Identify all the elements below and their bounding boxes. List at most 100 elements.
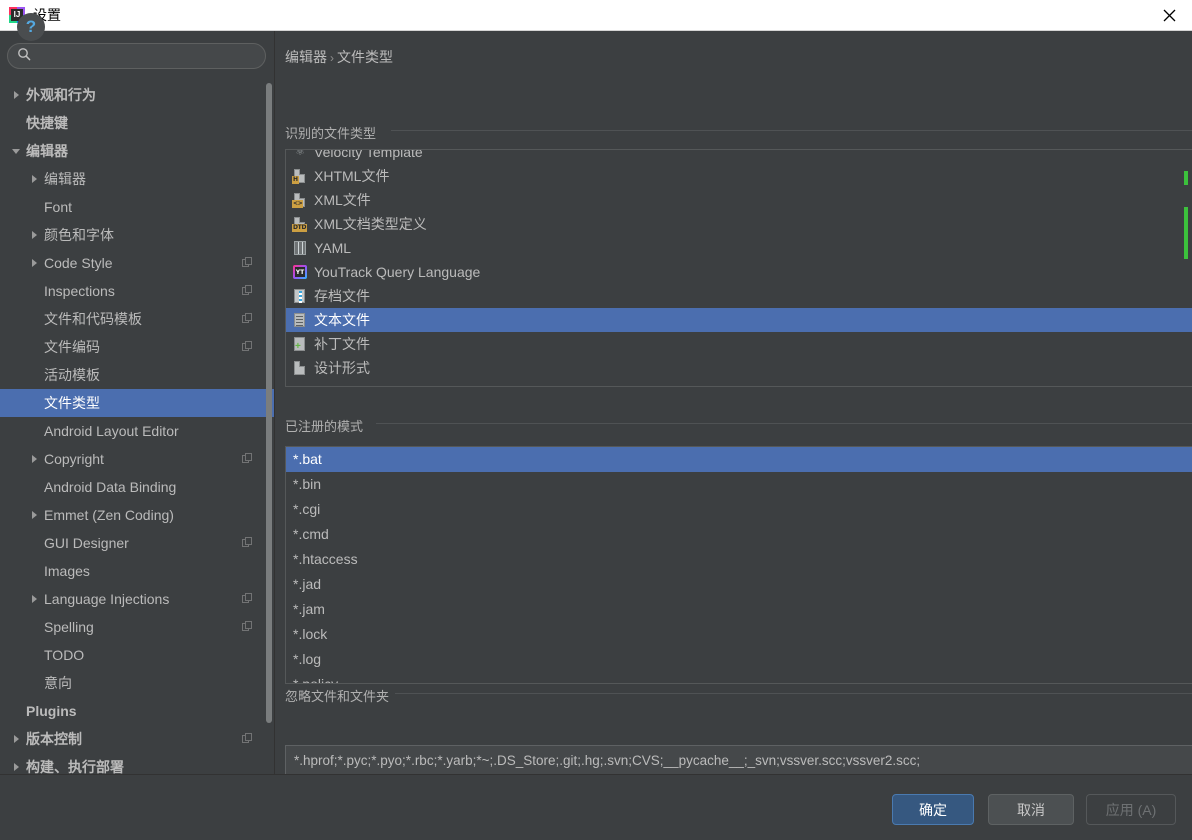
chevron-right-icon[interactable] xyxy=(8,87,24,103)
filetype-row[interactable]: 存档文件 xyxy=(286,284,1192,308)
copy-settings-icon xyxy=(242,621,253,632)
breadcrumb-separator: › xyxy=(330,51,334,65)
breadcrumb-parent: 编辑器 xyxy=(285,49,327,65)
sidebar-item-12[interactable]: Android Layout Editor xyxy=(0,417,274,445)
sidebar-item-label: Spelling xyxy=(44,619,94,635)
sidebar-item-23[interactable]: 版本控制 xyxy=(0,725,274,753)
filetype-row[interactable]: ⚛ Velocity Template xyxy=(286,150,1192,164)
pattern-row[interactable]: *.jad xyxy=(286,572,1192,597)
sidebar-item-2[interactable]: 编辑器 xyxy=(0,137,274,165)
chevron-right-icon[interactable] xyxy=(26,227,42,243)
sidebar-scrollbar[interactable] xyxy=(266,83,272,723)
sidebar-item-24[interactable]: 构建、执行部署 xyxy=(0,753,274,774)
filetype-row[interactable]: YT YouTrack Query Language xyxy=(286,260,1192,284)
sidebar-item-22[interactable]: Plugins xyxy=(0,697,274,725)
sidebar-item-18[interactable]: Language Injections xyxy=(0,585,274,613)
filetype-row[interactable]: YAML xyxy=(286,236,1192,260)
pattern-row[interactable]: *.cmd xyxy=(286,522,1192,547)
sidebar-item-label: 颜色和字体 xyxy=(44,227,114,243)
sidebar-item-21[interactable]: 意向 xyxy=(0,669,274,697)
sidebar-item-label: 编辑器 xyxy=(26,143,68,159)
sidebar-item-label: 活动模板 xyxy=(44,367,100,383)
sidebar-item-label: TODO xyxy=(44,647,85,663)
sidebar-item-15[interactable]: Emmet (Zen Coding) xyxy=(0,501,274,529)
filetype-row[interactable]: <> XML文件 xyxy=(286,188,1192,212)
patch-file-icon: + xyxy=(292,336,308,352)
title-bar: IJ 设置 xyxy=(0,0,1192,31)
filetype-label: XHTML文件 xyxy=(314,168,390,184)
sidebar-item-16[interactable]: GUI Designer xyxy=(0,529,274,557)
pattern-row[interactable]: *.bin xyxy=(286,472,1192,497)
filetype-row[interactable]: DTD XML文档类型定义 xyxy=(286,212,1192,236)
filetype-label: 文本文件 xyxy=(314,312,370,328)
cancel-button[interactable]: 取消 xyxy=(988,794,1074,825)
filetype-row[interactable]: 设计形式 xyxy=(286,356,1192,380)
copy-settings-icon xyxy=(242,453,253,464)
settings-content: 编辑器 › 文件类型 识别的文件类型 ⚛ Velocity Template H XHTM… xyxy=(276,31,1192,775)
ok-button[interactable]: 确定 xyxy=(892,794,974,825)
pattern-row[interactable]: *.policy xyxy=(286,672,1192,683)
sidebar-item-10[interactable]: 活动模板 xyxy=(0,361,274,389)
sidebar-item-1[interactable]: 快捷键 xyxy=(0,109,274,137)
sidebar-item-label: 快捷键 xyxy=(26,115,68,131)
search-box[interactable] xyxy=(7,43,266,69)
sidebar-item-6[interactable]: Code Style xyxy=(0,249,274,277)
form-file-icon xyxy=(292,360,308,376)
filetype-row[interactable]: H XHTML文件 xyxy=(286,164,1192,188)
close-icon[interactable] xyxy=(1146,0,1192,31)
ignore-files-input[interactable] xyxy=(285,745,1192,775)
filetype-row[interactable]: 文本文件 xyxy=(286,308,1192,332)
sidebar-item-label: 文件编码 xyxy=(44,339,100,355)
chevron-down-icon[interactable] xyxy=(8,143,24,159)
recognized-filetypes-list[interactable]: ⚛ Velocity Template H XHTML文件 <> XML文件 DTD XML文… xyxy=(285,149,1192,387)
sidebar-item-20[interactable]: TODO xyxy=(0,641,274,669)
chevron-right-icon[interactable] xyxy=(26,171,42,187)
filetype-label: 存档文件 xyxy=(314,288,370,304)
dtd-file-icon: DTD xyxy=(292,216,308,232)
sidebar-item-11[interactable]: 文件类型 xyxy=(0,389,274,417)
pattern-row[interactable]: *.htaccess xyxy=(286,547,1192,572)
sidebar-item-17[interactable]: Images xyxy=(0,557,274,585)
pattern-row[interactable]: *.bat xyxy=(286,447,1192,472)
help-button[interactable]: ? xyxy=(17,13,45,41)
apply-button[interactable]: 应用 (A) xyxy=(1086,794,1176,825)
sidebar-item-0[interactable]: 外观和行为 xyxy=(0,81,274,109)
sidebar-item-13[interactable]: Copyright xyxy=(0,445,274,473)
sidebar-item-label: 外观和行为 xyxy=(26,87,96,103)
sidebar-item-7[interactable]: Inspections xyxy=(0,277,274,305)
chevron-right-icon[interactable] xyxy=(26,451,42,467)
pattern-row[interactable]: *.cgi xyxy=(286,497,1192,522)
ignore-section-title: 忽略文件和文件夹 xyxy=(285,686,396,705)
text-file-icon xyxy=(292,312,308,328)
sidebar-item-label: Copyright xyxy=(44,451,104,467)
pattern-row[interactable]: *.lock xyxy=(286,622,1192,647)
search-input[interactable] xyxy=(31,48,265,64)
chevron-right-icon[interactable] xyxy=(26,507,42,523)
xml-file-icon: <> xyxy=(292,192,308,208)
copy-settings-icon xyxy=(242,285,253,296)
sidebar-item-14[interactable]: Android Data Binding xyxy=(0,473,274,501)
xhtml-file-icon: H xyxy=(292,168,308,184)
youtrack-icon: YT xyxy=(292,264,308,280)
sidebar-item-4[interactable]: Font xyxy=(0,193,274,221)
copy-settings-icon xyxy=(242,733,253,744)
pattern-row[interactable]: *.log xyxy=(286,647,1192,672)
chevron-right-icon[interactable] xyxy=(8,731,24,747)
filetype-row[interactable]: + 补丁文件 xyxy=(286,332,1192,356)
sidebar-item-label: 编辑器 xyxy=(44,171,86,187)
sidebar-item-9[interactable]: 文件编码 xyxy=(0,333,274,361)
chevron-right-icon[interactable] xyxy=(26,591,42,607)
sidebar-item-19[interactable]: Spelling xyxy=(0,613,274,641)
chevron-right-icon[interactable] xyxy=(26,255,42,271)
patterns-section-title: 已注册的模式 xyxy=(285,416,370,435)
search-icon xyxy=(17,47,31,66)
copy-settings-icon xyxy=(242,257,253,268)
registered-patterns-list[interactable]: *.bat *.bin *.cgi *.cmd *.htaccess *.jad *.jam… xyxy=(285,446,1192,684)
sidebar-item-8[interactable]: 文件和代码模板 xyxy=(0,305,274,333)
settings-tree[interactable]: 外观和行为 快捷键 编辑器 编辑器 Font 颜色和字体 Code Style Inspect… xyxy=(0,81,274,774)
sidebar-item-3[interactable]: 编辑器 xyxy=(0,165,274,193)
sidebar-item-label: 文件类型 xyxy=(44,395,100,411)
chevron-right-icon[interactable] xyxy=(8,759,24,774)
sidebar-item-5[interactable]: 颜色和字体 xyxy=(0,221,274,249)
pattern-row[interactable]: *.jam xyxy=(286,597,1192,622)
